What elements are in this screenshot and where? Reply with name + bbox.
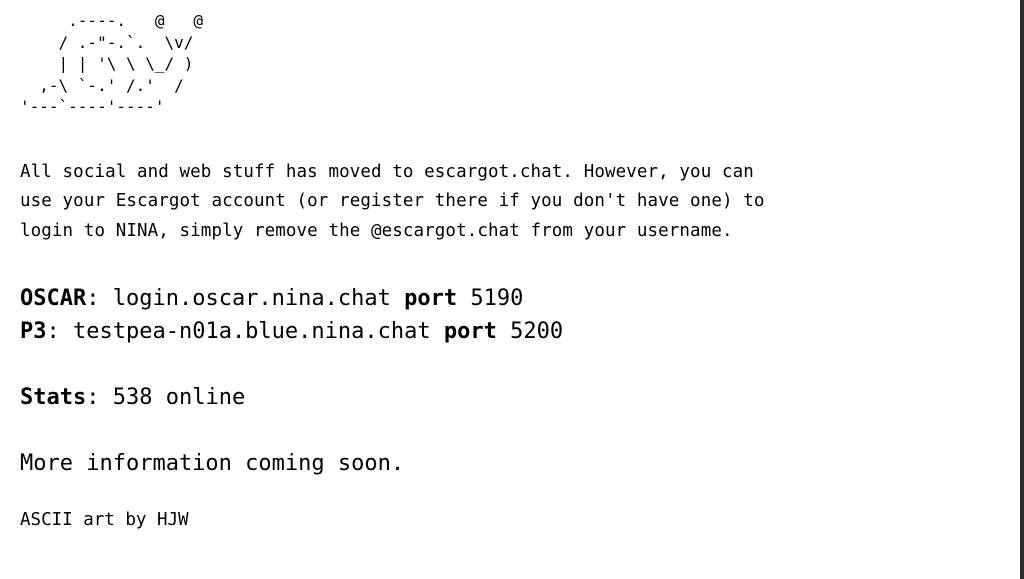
server-p3-separator: : [46, 319, 73, 344]
ascii-art-snail: .----. @ @ / .-"-.`. \v/ | | '\ \ \_/ ) … [20, 11, 204, 116]
server-oscar-port-word: port [404, 286, 458, 311]
stats-separator: : [86, 385, 113, 410]
more-info-text: More information coming soon. [20, 451, 405, 476]
server-oscar-separator: : [86, 286, 113, 311]
server-p3: P3: testpea-n01a.blue.nina.chat port 520… [20, 315, 1010, 348]
server-p3-label: P3 [20, 319, 47, 344]
stats-line: Stats: 538 online [20, 381, 1010, 414]
ascii-art-credit: ASCII art by HJW [20, 510, 189, 530]
server-oscar-host: login.oscar.nina.chat [112, 286, 391, 311]
server-p3-host: testpea-n01a.blue.nina.chat [73, 319, 431, 344]
intro-paragraph: All social and web stuff has moved to es… [20, 158, 1010, 247]
intro-line: login to NINA, simply remove the @escarg… [20, 220, 733, 241]
window-edge [1020, 0, 1024, 579]
stats-value: 538 online [112, 385, 246, 410]
intro-line: All social and web stuff has moved to es… [20, 161, 754, 182]
stats-label: Stats [20, 385, 87, 410]
page-content: .----. @ @ / .-"-.`. \v/ | | '\ \ \_/ ) … [20, 0, 1010, 533]
intro-line: use your Escargot account (or register t… [20, 191, 765, 211]
server-p3-port: 5200 [510, 319, 564, 344]
server-list: OSCAR: login.oscar.nina.chat port 5190 P… [20, 282, 1010, 348]
server-p3-port-word: port [443, 319, 497, 344]
server-oscar: OSCAR: login.oscar.nina.chat port 5190 [20, 282, 1010, 315]
server-oscar-label: OSCAR [20, 286, 87, 311]
server-oscar-port: 5190 [470, 286, 524, 311]
